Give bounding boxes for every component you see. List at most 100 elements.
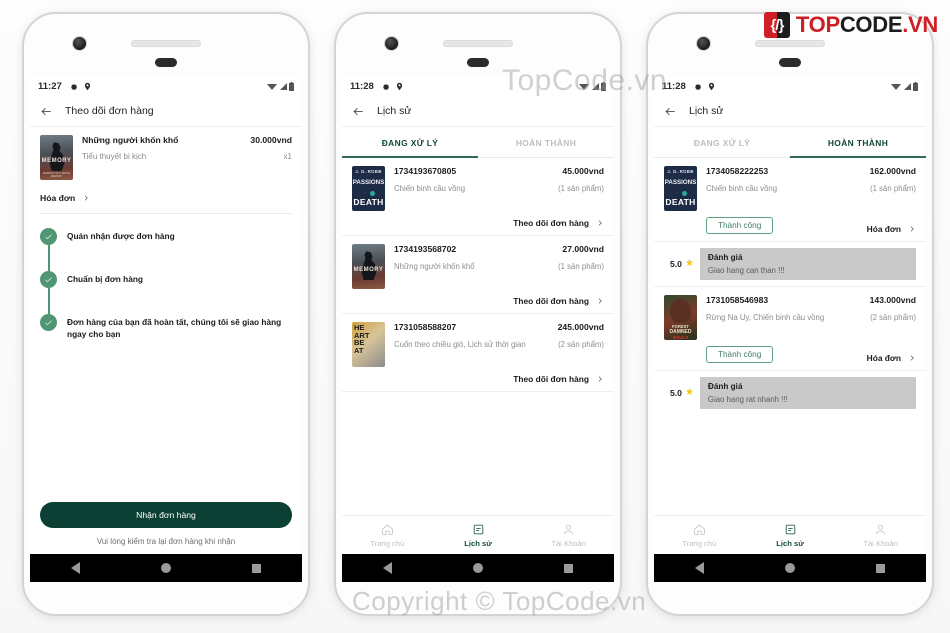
nav-item-home[interactable]: Trang chủ <box>654 523 745 548</box>
android-recents-icon[interactable] <box>876 563 886 573</box>
chevron-right-icon <box>598 376 602 382</box>
check-icon <box>40 228 57 245</box>
chevron-right-icon <box>85 195 88 201</box>
invoice-link[interactable]: Hóa đơn <box>30 180 302 213</box>
book-cover-image: MEMORY MEMORY OF A WHITE MEMORY <box>40 135 73 180</box>
receive-order-button[interactable]: Nhận đơn hàng <box>40 502 292 528</box>
review-title: Đánh giá <box>707 253 743 262</box>
order-row[interactable]: FOREST DAMNED SOULS 1731058546983 Rừng N… <box>654 286 926 371</box>
back-arrow-icon[interactable] <box>352 105 365 118</box>
battery-icon <box>913 81 918 91</box>
cover-line-3: SOULS <box>672 335 689 340</box>
order-row[interactable]: MEMORY 1734193568702 Những người khốn kh… <box>342 236 614 314</box>
order-item-count: (2 sản phẩm) <box>870 313 916 322</box>
order-id: 1731058546983 <box>706 295 769 305</box>
tab-processing[interactable]: ĐANG XỬ LÝ <box>654 127 790 157</box>
brand-wordmark: TOPCODE.VN <box>796 12 938 38</box>
cover-footer: MEMORY OF A WHITE MEMORY <box>42 172 71 178</box>
screenshot-canvas: {/} TOPCODE.VN TopCode.vn Copyright © To… <box>0 0 950 633</box>
android-home-icon[interactable] <box>160 563 171 573</box>
gear-icon <box>71 83 77 90</box>
topcode-logo: {/} TOPCODE.VN <box>763 12 938 38</box>
review-block: 5.0 ★ Đánh giá Giao hang can than !!! <box>664 248 916 280</box>
back-arrow-icon[interactable] <box>664 105 677 118</box>
order-total: 45.000vnd <box>562 166 604 176</box>
nav-item-history[interactable]: Lịch sử <box>745 523 836 548</box>
nav-item-account[interactable]: Tài Khoản <box>523 523 614 548</box>
book-cover-image: MEMORY <box>352 244 385 289</box>
track-order-link[interactable]: Theo dõi đơn hàng <box>352 218 604 228</box>
nav-item-home[interactable]: Trang chủ <box>342 523 433 548</box>
android-back-icon[interactable] <box>382 562 392 574</box>
order-total: 143.000vnd <box>869 295 916 305</box>
book-cover-image: FOREST DAMNED SOULS <box>664 295 697 340</box>
android-recents-icon[interactable] <box>564 563 574 573</box>
timeline-step-label: Quán nhận được đơn hàng <box>67 231 175 241</box>
order-row[interactable]: HE ART BE AT 1731058588207 Cuốn theo chiều … <box>342 314 614 392</box>
gear-icon <box>383 83 389 90</box>
order-products: Chiến binh cầu vồng <box>394 184 466 193</box>
order-item-count: (1 sản phẩm) <box>870 184 916 193</box>
page-title: Lịch sử <box>377 105 412 117</box>
tab-processing[interactable]: ĐANG XỬ LÝ <box>342 127 478 158</box>
timeline-step: Chuẩn bị đơn hàng <box>40 271 292 314</box>
invoice-link[interactable]: Hóa đơn <box>867 224 916 234</box>
product-card: MEMORY MEMORY OF A WHITE MEMORY Những ng… <box>30 127 302 180</box>
order-id: 1734193670805 <box>394 166 457 176</box>
review-title: Đánh giá <box>707 382 743 391</box>
order-status-timeline: Quán nhận được đơn hàng Chuẩn bị đơn hàn… <box>30 214 302 340</box>
sensor-notch <box>467 58 489 67</box>
android-home-icon[interactable] <box>472 563 483 573</box>
invoice-link[interactable]: Hóa đơn <box>867 353 916 363</box>
cover-line-1: J. D. ROBB <box>667 169 694 174</box>
chevron-right-icon <box>910 355 914 361</box>
timeline-step-label: Đơn hàng của bạn đã hoàn tất, chúng tôi … <box>67 317 282 339</box>
history-icon <box>473 524 483 534</box>
cover-line-2: PASSIONS <box>664 179 697 186</box>
android-back-icon[interactable] <box>70 562 80 574</box>
tab-completed[interactable]: HOÀN THÀNH <box>790 127 926 158</box>
order-list: J. D. ROBB PASSIONS DEATH 1734058222253 … <box>654 158 926 409</box>
battery-icon <box>289 81 294 91</box>
cover-line-1: J. D. ROBB <box>355 169 382 174</box>
order-products: Chiến binh cầu vồng <box>706 184 778 193</box>
order-total: 245.000vnd <box>557 322 604 332</box>
track-order-label: Theo dõi đơn hàng <box>513 374 589 384</box>
battery-icon <box>601 81 606 91</box>
cover-line-1: HE ART BE AT <box>354 323 370 355</box>
signal-icon <box>592 82 599 90</box>
phone2-screen: 11:28 Lịch sử ĐANG XỬ LÝ HOÀN THÀNH J. D… <box>342 76 614 554</box>
order-products: Rừng Na Uy, Chiến binh cầu vồng <box>706 313 825 322</box>
book-cover-image: J. D. ROBB PASSIONS DEATH <box>664 166 697 211</box>
phone3-screen: 11:28 Lịch sử ĐANG XỬ LÝ HOÀN THÀNH J. D… <box>654 76 926 554</box>
location-icon <box>84 82 90 90</box>
track-order-link[interactable]: Theo dõi đơn hàng <box>352 296 604 306</box>
android-back-icon[interactable] <box>694 562 704 574</box>
status-time: 11:28 <box>350 80 374 92</box>
android-recents-icon[interactable] <box>252 563 262 573</box>
check-icon <box>40 314 57 331</box>
phone1-screen: 11:27 Theo dõi đơn hàng MEMORY MEMORY OF… <box>30 76 302 554</box>
order-id: 1734193568702 <box>394 244 457 254</box>
status-badge: Thành công <box>706 217 774 234</box>
order-products: Cuốn theo chiều gió, Lịch sử thời gian <box>394 340 526 349</box>
order-list: J. D. ROBB PASSIONS DEATH 1734193670805 … <box>342 158 614 392</box>
nav-item-history[interactable]: Lịch sử <box>433 523 524 548</box>
nav-item-account[interactable]: Tài Khoản <box>835 523 926 548</box>
signal-icon <box>904 82 911 90</box>
back-arrow-icon[interactable] <box>40 105 53 118</box>
tab-completed[interactable]: HOÀN THÀNH <box>478 127 614 157</box>
chevron-right-icon <box>598 298 602 304</box>
home-icon <box>382 524 393 535</box>
history-tabs: ĐANG XỬ LÝ HOÀN THÀNH <box>654 127 926 158</box>
location-icon <box>708 82 714 90</box>
order-row[interactable]: J. D. ROBB PASSIONS DEATH 1734058222253 … <box>654 158 926 242</box>
android-home-icon[interactable] <box>784 563 795 573</box>
page-title: Theo dõi đơn hàng <box>65 105 154 117</box>
review-block: 5.0 ★ Đánh giá Giao hang rat nhanh !!! <box>664 377 916 409</box>
phone-mockup-order-tracking: 11:27 Theo dõi đơn hàng MEMORY MEMORY OF… <box>22 12 310 616</box>
status-badge: Thành công <box>706 346 774 363</box>
timeline-step-label: Chuẩn bị đơn hàng <box>67 274 143 284</box>
track-order-link[interactable]: Theo dõi đơn hàng <box>352 374 604 384</box>
order-row[interactable]: J. D. ROBB PASSIONS DEATH 1734193670805 … <box>342 158 614 236</box>
